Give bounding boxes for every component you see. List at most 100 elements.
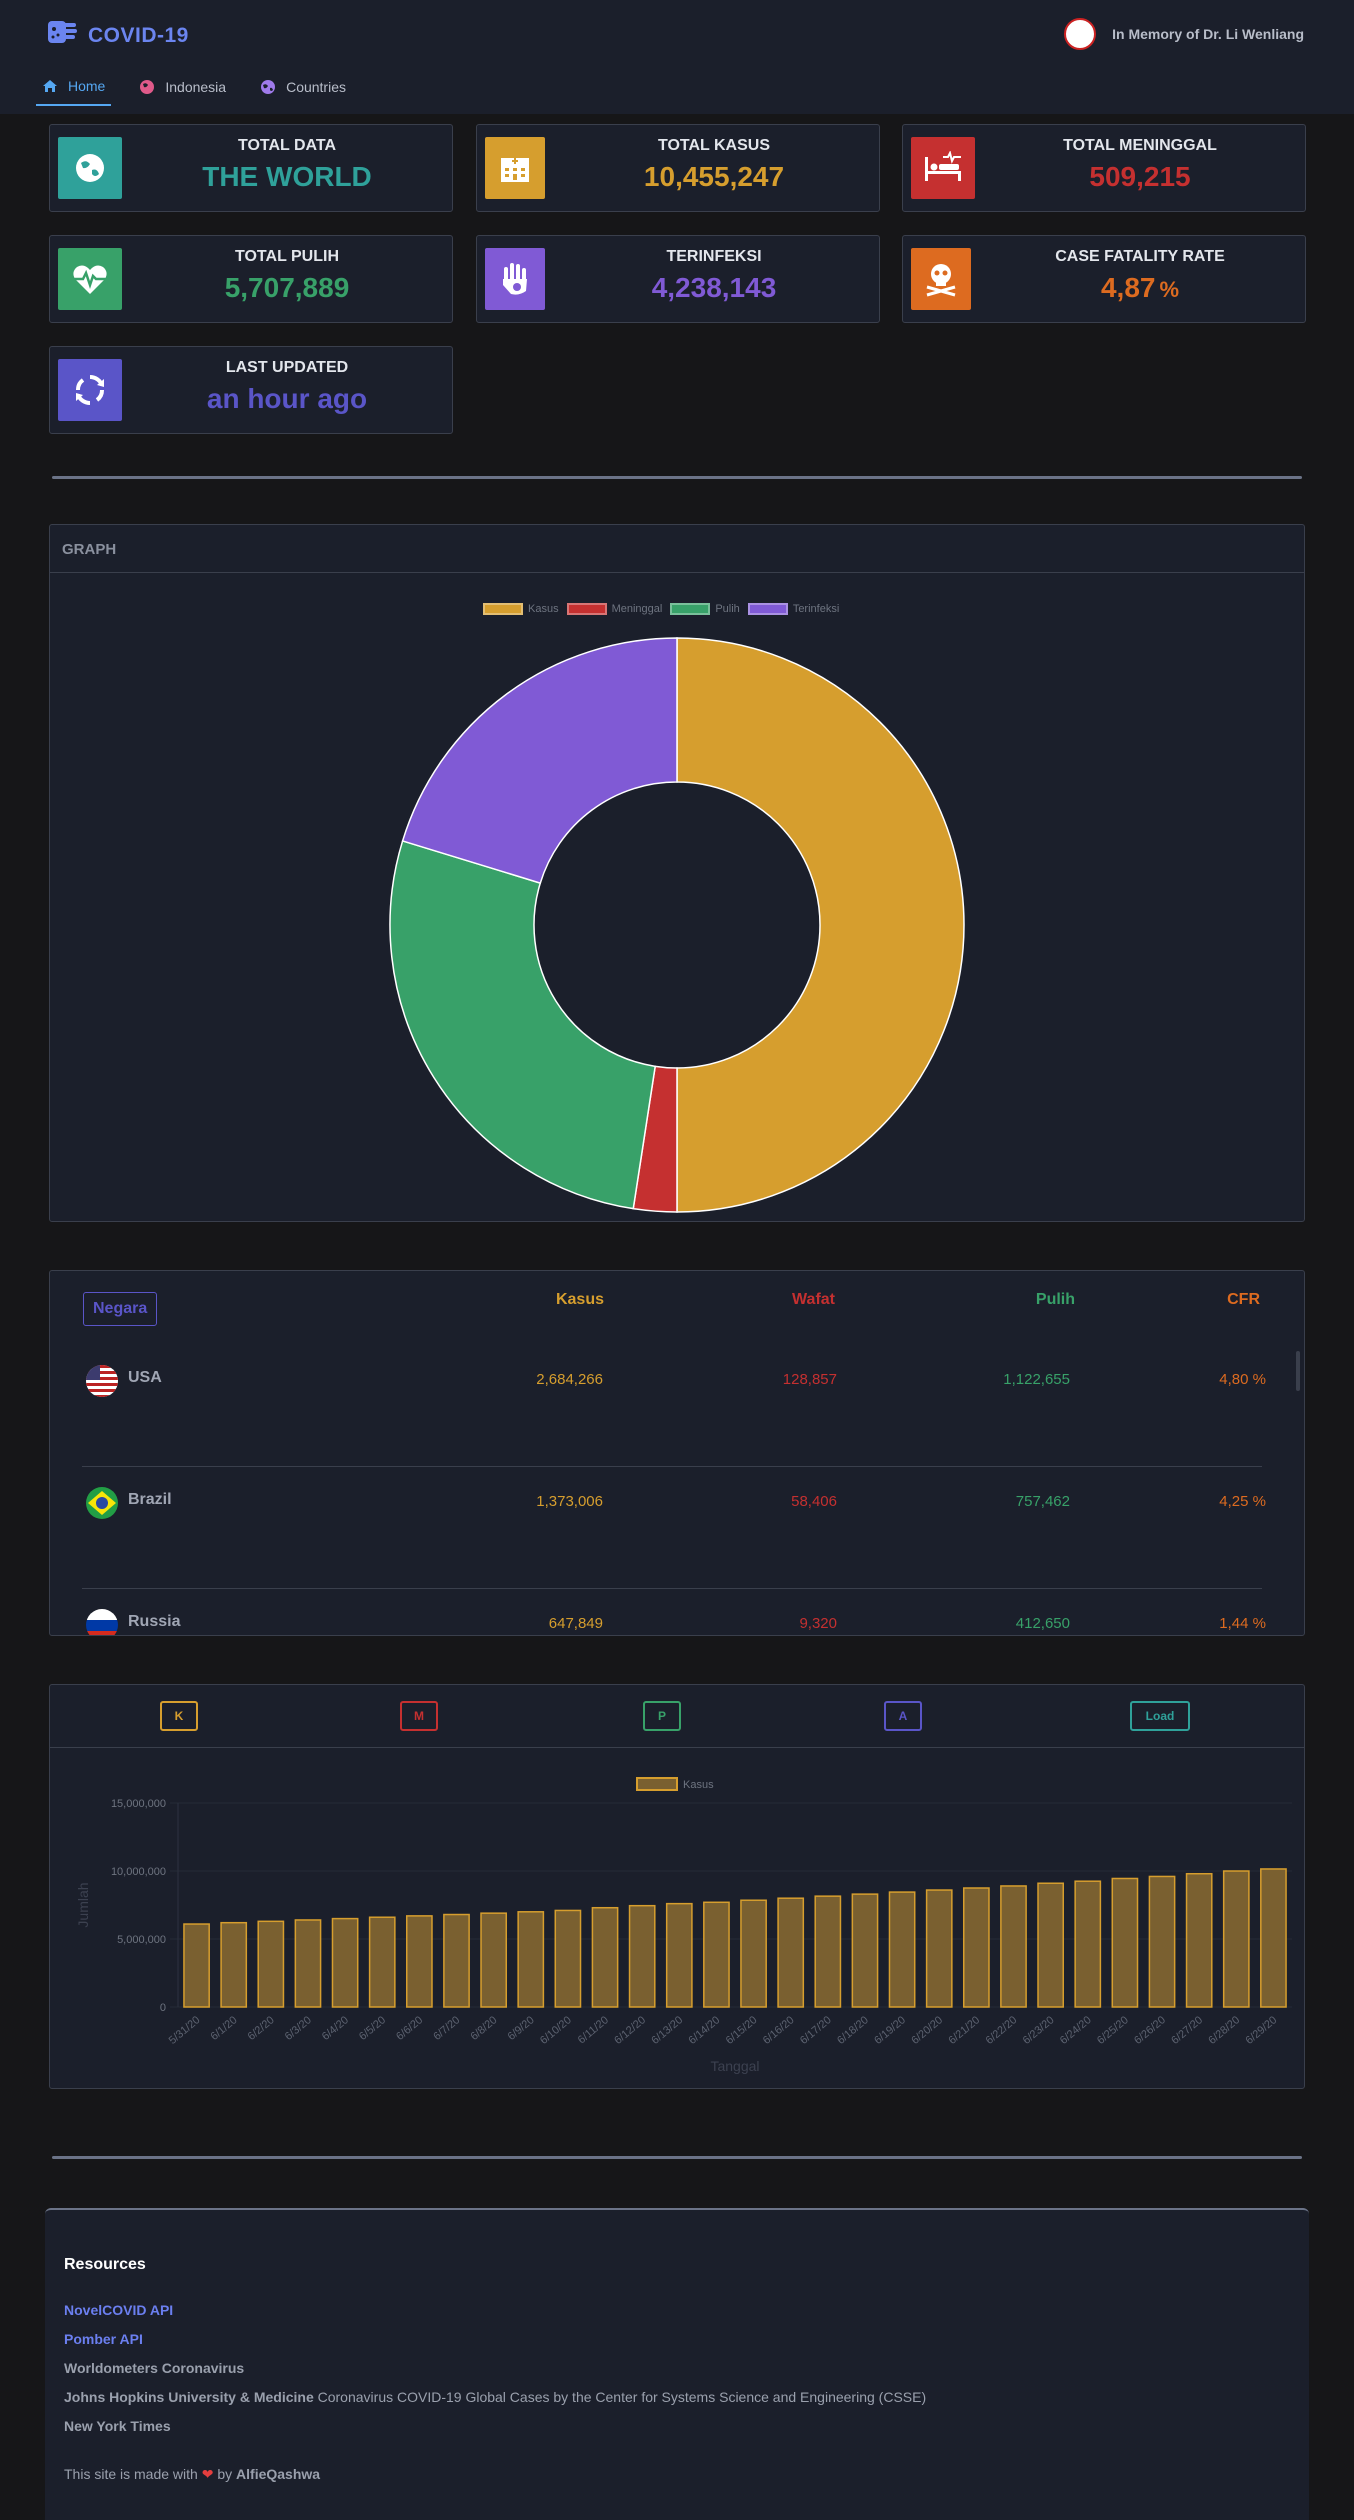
footer-heading: Resources [64,2256,146,2273]
timeline-bar-chart: Kasus 15,000,000 10,000,000 5,000,000 0 Jumla… [75,1777,1292,2074]
bar-5/31/20[interactable] [183,1923,210,2008]
filter-meninggal-button[interactable]: M [400,1701,438,1731]
bar-6/4/20[interactable] [331,1917,359,2008]
brazil-flag-icon [86,1487,118,1519]
x-tick-label: 6/2/20 [246,2014,277,2043]
resource-link-worldometers[interactable]: Worldometers Coronavirus [64,2360,244,2376]
country-recovered: 757,462 [1015,1493,1070,1510]
nav-home[interactable]: Home [36,68,112,106]
nav-home-label: Home [68,78,106,94]
bar-6/17/20[interactable] [814,1895,842,2008]
country-recovered: 1,122,655 [1003,1371,1070,1388]
donut-chart [389,637,965,1213]
card-cfr-icon-box [911,248,971,310]
bar-6/12/20[interactable] [628,1904,656,2008]
x-tick-label: 6/17/20 [798,2014,834,2047]
filter-kasus-button[interactable]: K [160,1701,198,1731]
load-button[interactable]: Load [1130,1701,1190,1731]
resource-jhu-title: Johns Hopkins University & Medicine [64,2389,314,2405]
card-total-kasus-title: TOTAL KASUS [657,137,770,154]
bar-6/24/20[interactable] [1074,1880,1102,2008]
x-tick-label: 6/1/20 [208,2014,239,2043]
country-deaths: 128,857 [782,1371,837,1388]
globe-icon [76,154,104,182]
table-header-country[interactable]: Negara [83,1292,158,1326]
bar-6/8/20[interactable] [480,1912,508,2008]
top-header: COVID-19 In Memory of Dr. Li Wenliang Ho… [0,0,1354,114]
resource-jhu[interactable]: Johns Hopkins University & Medicine Coro… [64,2389,926,2405]
donut-slice-kasus[interactable] [676,637,965,1213]
x-tick-label: 6/28/20 [1206,2014,1242,2047]
bar-6/3/20[interactable] [294,1919,322,2008]
resource-link-novelcovid[interactable]: NovelCOVID API [64,2302,173,2318]
bar-6/1/20[interactable] [220,1921,248,2008]
x-tick-label: 6/15/20 [724,2014,760,2047]
bar-6/16/20[interactable] [777,1897,805,2008]
bar-6/18/20[interactable] [851,1893,879,2008]
bar-6/22/20[interactable] [1000,1885,1027,2008]
table-scrollbar[interactable] [1296,1351,1300,1391]
memorial-link[interactable]: In Memory of Dr. Li Wenliang [1064,18,1304,50]
bar-6/15/20[interactable] [740,1899,767,2008]
x-tick-label: 5/31/20 [167,2014,203,2047]
donut-slice-pulih[interactable] [389,839,657,1210]
x-tick-label: 6/4/20 [320,2014,351,2043]
bar-6/2/20[interactable] [257,1920,285,2008]
bar-6/13/20[interactable] [665,1902,693,2008]
app-logo[interactable]: COVID-19 [46,16,189,48]
bar-6/21/20[interactable] [962,1887,990,2008]
bar-6/11/20[interactable] [591,1906,619,2008]
bar-6/28/20[interactable] [1222,1870,1250,2008]
table-header-cfr[interactable]: CFR [1170,1291,1260,1309]
app-title: COVID-19 [88,24,189,47]
country-cfr: 4,25 % [1219,1493,1266,1510]
bar-6/5/20[interactable] [368,1916,396,2008]
bar-6/23/20[interactable] [1037,1882,1065,2008]
x-tick-label: 6/13/20 [649,2014,685,2047]
x-tick-label: 6/29/20 [1244,2014,1280,2047]
bar-6/20/20[interactable] [925,1889,953,2008]
bar-6/10/20[interactable] [554,1909,582,2008]
x-tick-label: 6/10/20 [538,2014,574,2047]
filter-pulih-button[interactable]: P [643,1701,681,1731]
card-total-data: TOTAL DATA THE WORLD [49,124,453,212]
table-row[interactable]: Russia 647,849 9,320 412,650 1,44 % [82,1589,1266,1635]
table-row[interactable]: Brazil 1,373,006 58,406 757,462 4,25 % [82,1467,1266,1589]
resource-link-nyt[interactable]: New York Times [64,2418,171,2434]
virus-hand-icon [48,21,77,43]
bar-6/6/20[interactable] [405,1915,433,2008]
card-total-data-icon-box [58,137,122,199]
bar-6/27/20[interactable] [1185,1872,1213,2008]
filter-aktif-button[interactable]: A [884,1701,922,1731]
author-link[interactable]: AlfieQashwa [236,2466,320,2482]
heartbeat-icon [73,265,107,294]
nav-countries[interactable]: Countries [254,68,352,106]
country-name: USA [128,1369,162,1386]
heart-icon: ❤ [201,2466,214,2482]
bar-6/14/20[interactable] [703,1901,730,2008]
bar-6/25/20[interactable] [1111,1877,1139,2008]
table-header-cases[interactable]: Kasus [484,1291,604,1309]
bar-6/7/20[interactable] [443,1913,470,2008]
main-nav: Home Indonesia Countries [36,68,374,106]
x-tick-label: 6/19/20 [872,2014,908,2047]
section-divider [52,476,1302,479]
bar-6/29/20[interactable] [1260,1868,1287,2008]
bar-6/26/20[interactable] [1148,1875,1176,2008]
resource-link-pomber[interactable]: Pomber API [64,2331,143,2347]
bar-6/9/20[interactable] [517,1911,545,2008]
timeline-panel: K M P A Load Kasus 15,000,000 10,000,000 5,… [49,1684,1305,2089]
donut-slice-terinfeksi[interactable] [401,637,678,885]
x-tick-label: 6/14/20 [687,2014,723,2047]
nav-indonesia[interactable]: Indonesia [133,68,232,106]
globe-icon [261,80,276,94]
table-row[interactable]: USA 2,684,266 128,857 1,122,655 4,80 % [82,1345,1266,1467]
table-header-deaths[interactable]: Wafat [710,1291,835,1309]
memorial-avatar [1064,18,1097,50]
bar-6/19/20[interactable] [888,1891,916,2008]
table-header-recovered[interactable]: Pulih [950,1291,1075,1309]
timeline-toolbar: K M P A Load [50,1685,1304,1748]
skull-crossbones-icon [926,264,956,297]
card-total-meninggal-value: 509,215 [1089,161,1191,192]
country-table-panel: Negara Kasus Wafat Pulih CFR USA 2,684,2… [49,1270,1305,1636]
